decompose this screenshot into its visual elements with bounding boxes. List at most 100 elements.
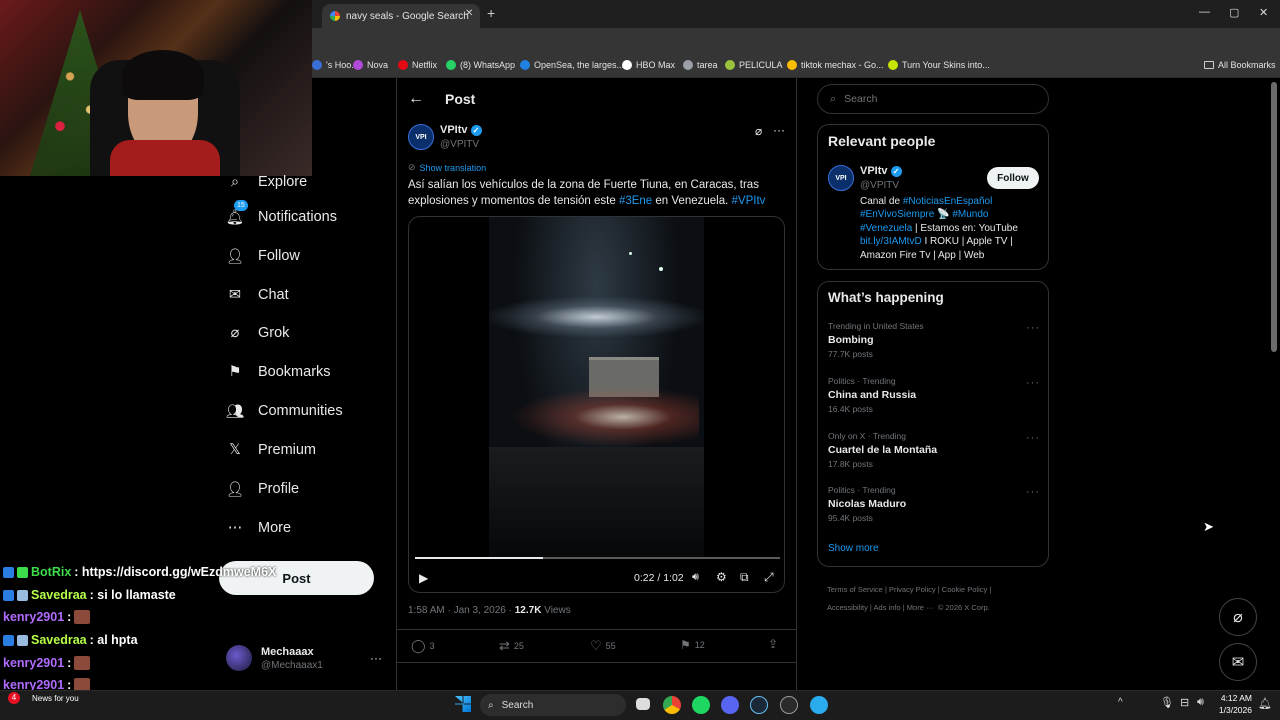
- show-more-link[interactable]: Show more: [828, 543, 879, 554]
- bookmark-button[interactable]: ⚑ 12: [680, 638, 705, 652]
- trend-item[interactable]: Trending in United States Bombing 77.7K po…: [828, 321, 924, 359]
- nav-item-more[interactable]: ⋯ More: [226, 516, 291, 540]
- like-button[interactable]: ♡ 55: [590, 638, 616, 654]
- volume-icon[interactable]: 🔊︎: [1197, 696, 1204, 709]
- clock-date[interactable]: 1/3/2026: [1212, 705, 1252, 715]
- tab-close-icon[interactable]: ✕: [465, 8, 473, 19]
- bookmark-item[interactable]: Netflix: [398, 60, 437, 70]
- show-translation-link[interactable]: ⊘ Show translation: [408, 162, 486, 173]
- trend-item[interactable]: Politics · Trending China and Russia 16.4K…: [828, 376, 916, 414]
- grok-icon[interactable]: ⌀: [755, 124, 762, 138]
- bookmark-item[interactable]: tiktok mechax - Go...: [787, 60, 884, 70]
- nav-item-bookmarks[interactable]: ⚑ Bookmarks: [226, 360, 331, 384]
- page-scrollbar[interactable]: [1271, 82, 1277, 352]
- account-name[interactable]: Mechaaax: [261, 646, 314, 658]
- footer-link[interactable]: Terms of Service: [827, 585, 883, 594]
- taskbar-search[interactable]: ⌕ Search: [480, 694, 626, 716]
- hashtag-link[interactable]: #Mundo: [952, 209, 988, 220]
- messages-floating-icon[interactable]: ✉: [1219, 643, 1257, 681]
- nav-item-communities[interactable]: 👥︎ Communities: [226, 399, 343, 423]
- bookmark-item[interactable]: HBO Max: [622, 60, 675, 70]
- pip-icon[interactable]: ⧉: [740, 570, 749, 585]
- fullscreen-icon[interactable]: ⤢: [764, 570, 774, 585]
- search-box[interactable]: ⌕: [817, 84, 1049, 114]
- hashtag-link[interactable]: #VPItv: [732, 195, 766, 207]
- verified-badge-icon: ✓: [890, 165, 902, 177]
- hashtag-link[interactable]: #Venezuela: [860, 223, 912, 234]
- play-icon[interactable]: ▶: [419, 571, 428, 585]
- post-more-icon[interactable]: ···: [773, 123, 785, 137]
- bookmark-item[interactable]: PELICULA: [725, 60, 783, 70]
- nav-item-profile[interactable]: 👤︎ Profile: [226, 477, 299, 501]
- repost-button[interactable]: ⇄ 25: [499, 638, 524, 654]
- mic-icon[interactable]: 🎙︎: [1160, 696, 1174, 709]
- reply-button[interactable]: ◯ 3: [411, 638, 435, 654]
- bookmark-item[interactable]: OpenSea, the larges...: [520, 60, 624, 70]
- author-name-row[interactable]: VPItv ✓: [440, 124, 482, 136]
- all-bookmarks[interactable]: All Bookmarks: [1204, 60, 1276, 70]
- trend-more-icon[interactable]: ···: [1026, 486, 1040, 498]
- volume-icon[interactable]: 🔊︎: [692, 571, 699, 584]
- new-tab-button[interactable]: +: [487, 5, 495, 21]
- steam-icon[interactable]: [750, 696, 768, 714]
- share-icon[interactable]: ⇪: [768, 637, 778, 651]
- bookmark-item[interactable]: 's Hoo...: [312, 60, 359, 70]
- app-icon[interactable]: [780, 696, 798, 714]
- video-player[interactable]: ▶ 0:22 / 1:02 🔊︎ ⚙ ⧉ ⤢: [408, 216, 785, 593]
- settings-gear-icon[interactable]: ⚙: [716, 570, 727, 584]
- notification-bell-icon[interactable]: 🔔︎: [1258, 697, 1272, 710]
- nav-item-explore[interactable]: ⌕ Explore: [226, 170, 307, 194]
- trend-more-icon[interactable]: ···: [1026, 377, 1040, 389]
- close-window-button[interactable]: ✕: [1259, 6, 1268, 19]
- maximize-button[interactable]: ▢: [1229, 6, 1239, 19]
- hashtag-link[interactable]: #EnVivoSiempre: [860, 209, 934, 220]
- chrome-icon[interactable]: [663, 696, 681, 714]
- nav-item-grok[interactable]: ⌀ Grok: [226, 321, 290, 345]
- tray-chevron-icon[interactable]: ^: [1118, 697, 1123, 708]
- nav-item-chat[interactable]: ✉ Chat: [226, 283, 289, 307]
- person-avatar[interactable]: VPI: [828, 165, 854, 191]
- back-arrow-icon[interactable]: ←: [408, 90, 424, 108]
- search-input[interactable]: [844, 93, 1025, 105]
- trend-item[interactable]: Only on X · Trending Cuartel de la Montañ…: [828, 431, 937, 469]
- bookmark-item[interactable]: Nova: [353, 60, 388, 70]
- trend-more-icon[interactable]: ···: [1026, 322, 1040, 334]
- nav-item-premium[interactable]: 𝕏 Premium: [226, 438, 316, 462]
- author-avatar[interactable]: VPI: [408, 124, 434, 150]
- footer-link[interactable]: Accessibility: [827, 603, 868, 612]
- nav-item-follow[interactable]: 👤︎ Follow: [226, 244, 300, 268]
- bookmark-item[interactable]: tarea: [683, 60, 718, 70]
- follow-button[interactable]: Follow: [987, 167, 1039, 189]
- hashtag-link[interactable]: #NoticiasEnEspañol: [903, 196, 993, 207]
- account-more-icon[interactable]: ···: [370, 651, 382, 665]
- account-avatar[interactable]: [226, 645, 252, 671]
- chat-username: BotRix: [31, 565, 72, 579]
- minimize-button[interactable]: —: [1199, 6, 1210, 18]
- clock-time[interactable]: 4:12 AM: [1218, 693, 1252, 703]
- video-progress-track[interactable]: [415, 557, 780, 559]
- trend-more-icon[interactable]: ···: [1026, 432, 1040, 444]
- person-name-row[interactable]: VPItv ✓: [860, 165, 902, 177]
- bookmark-item[interactable]: Turn Your Skins into...: [888, 60, 990, 70]
- network-icon[interactable]: ⊟: [1180, 696, 1189, 709]
- browser-tab[interactable]: navy seals - Google Search: [322, 4, 480, 28]
- bio-link[interactable]: bit.ly/3IAMtvD: [860, 236, 922, 247]
- footer-link[interactable]: Cookie Policy: [942, 585, 987, 594]
- trend-name: Bombing: [828, 334, 874, 346]
- spotify-icon[interactable]: [692, 696, 710, 714]
- trend-meta: Trending in United States: [828, 321, 924, 331]
- bookmark-item[interactable]: (8) WhatsApp: [446, 60, 515, 70]
- footer-link[interactable]: More ···: [907, 603, 934, 612]
- nav-item-notifications[interactable]: 🔔︎ 15 Notifications: [226, 200, 337, 229]
- news-widget[interactable]: News for you: [32, 694, 79, 703]
- footer-link[interactable]: Privacy Policy: [889, 585, 936, 594]
- telegram-icon[interactable]: [810, 696, 828, 714]
- hashtag-link[interactable]: #3Ene: [619, 195, 652, 207]
- person-name[interactable]: VPItv: [860, 165, 888, 177]
- discord-icon[interactable]: [721, 696, 739, 714]
- trend-item[interactable]: Politics · Trending Nicolas Maduro 95.4K p…: [828, 485, 906, 523]
- grok-floating-icon[interactable]: ⌀: [1219, 598, 1257, 636]
- author-name[interactable]: VPItv: [440, 124, 468, 136]
- footer-link[interactable]: Ads info: [874, 603, 901, 612]
- task-view-icon[interactable]: [636, 698, 650, 710]
